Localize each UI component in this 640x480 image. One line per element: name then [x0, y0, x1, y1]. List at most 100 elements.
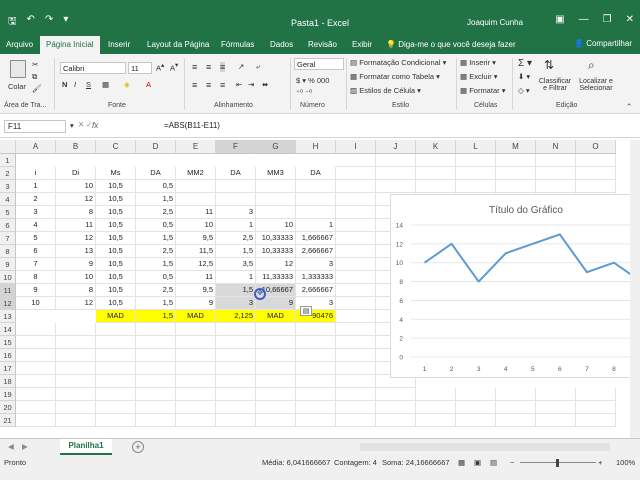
tab-formulas[interactable]: Fórmulas	[221, 40, 254, 49]
empty-cell[interactable]	[16, 401, 56, 414]
column-header-o[interactable]: O	[576, 140, 616, 154]
empty-cell[interactable]	[536, 180, 576, 193]
data-cell[interactable]: 10	[56, 180, 96, 193]
vertical-scrollbar[interactable]	[630, 140, 640, 438]
sheet-tab-planilha1[interactable]: Planilha1	[60, 439, 112, 455]
data-cell[interactable]: 10,5	[96, 232, 136, 245]
row-header-4[interactable]: 4	[0, 193, 16, 206]
empty-cell[interactable]	[496, 180, 536, 193]
data-cell[interactable]: 3	[216, 297, 256, 310]
data-cell[interactable]: 9,5	[176, 284, 216, 297]
empty-cell[interactable]	[536, 167, 576, 180]
empty-cell[interactable]	[536, 154, 576, 167]
empty-cell[interactable]	[456, 167, 496, 180]
empty-cell[interactable]	[56, 323, 96, 336]
data-cell[interactable]: 8	[56, 284, 96, 297]
empty-cell[interactable]	[176, 388, 216, 401]
data-cell[interactable]: 1,5	[136, 193, 176, 206]
row-header-2[interactable]: 2	[0, 167, 16, 180]
series-line[interactable]	[423, 233, 640, 283]
data-cell[interactable]: 1	[216, 271, 256, 284]
empty-cell[interactable]	[296, 349, 336, 362]
number-format-combo[interactable]: Geral	[294, 58, 344, 70]
ribbon-display-icon[interactable]: ▣	[555, 14, 564, 25]
empty-cell[interactable]	[496, 167, 536, 180]
next-sheet-icon[interactable]: ▶	[22, 442, 28, 451]
empty-cell[interactable]	[336, 297, 376, 310]
data-cell[interactable]: 3	[216, 206, 256, 219]
empty-cell[interactable]	[176, 349, 216, 362]
data-cell[interactable]: 12	[56, 193, 96, 206]
empty-cell[interactable]	[376, 167, 416, 180]
empty-cell[interactable]	[136, 388, 176, 401]
header-cell[interactable]: MM3	[256, 167, 296, 180]
data-cell[interactable]: 3	[16, 206, 56, 219]
column-header-j[interactable]: J	[376, 140, 416, 154]
mad-cell[interactable]: MAD	[176, 310, 216, 323]
tell-me-box[interactable]: 💡 Diga-me o que você deseja fazer	[386, 40, 516, 49]
empty-cell[interactable]	[96, 375, 136, 388]
empty-cell[interactable]	[296, 323, 336, 336]
empty-cell[interactable]	[496, 401, 536, 414]
format-cells-button[interactable]: ▦ Formatar ▾	[460, 86, 505, 95]
header-cell[interactable]: DA	[296, 167, 336, 180]
row-header-18[interactable]: 18	[0, 375, 16, 388]
paste-icon[interactable]	[10, 60, 26, 78]
data-cell[interactable]: 6	[16, 245, 56, 258]
mad-cell[interactable]: 1,5	[136, 310, 176, 323]
data-cell[interactable]: 1,5	[136, 258, 176, 271]
empty-cell[interactable]	[56, 401, 96, 414]
column-header-g[interactable]: G	[256, 140, 296, 154]
empty-cell[interactable]	[496, 414, 536, 427]
data-cell[interactable]: 12	[56, 297, 96, 310]
data-cell[interactable]: 10,5	[96, 245, 136, 258]
align-bottom-icon[interactable]: ≡	[220, 62, 226, 72]
insert-cells-button[interactable]: ▦ Inserir ▾	[460, 58, 496, 67]
align-right-icon[interactable]: ≡	[220, 80, 225, 90]
paste-button[interactable]: Colar	[8, 82, 26, 91]
prev-sheet-icon[interactable]: ◀	[8, 442, 14, 451]
zoom-out-icon[interactable]: −	[510, 458, 514, 467]
empty-cell[interactable]	[456, 388, 496, 401]
empty-cell[interactable]	[176, 401, 216, 414]
empty-cell[interactable]	[96, 388, 136, 401]
data-cell[interactable]: 1,5	[216, 245, 256, 258]
empty-cell[interactable]	[376, 180, 416, 193]
data-cell[interactable]: 0,5	[136, 271, 176, 284]
empty-cell[interactable]	[376, 388, 416, 401]
header-cell[interactable]: DA	[216, 167, 256, 180]
minimize-icon[interactable]: —	[579, 14, 589, 25]
data-cell[interactable]: 11	[176, 271, 216, 284]
quick-analysis-icon[interactable]: ▤	[300, 306, 312, 316]
underline-icon[interactable]: S	[86, 80, 91, 89]
data-cell[interactable]	[296, 206, 336, 219]
column-header-f[interactable]: F	[216, 140, 256, 154]
insert-function-icon[interactable]: fx	[92, 121, 98, 130]
page-break-icon[interactable]: ▤	[490, 458, 497, 467]
column-header-i[interactable]: I	[336, 140, 376, 154]
find-select-icon[interactable]: ⌕	[588, 58, 595, 73]
data-cell[interactable]	[176, 193, 216, 206]
align-left-icon[interactable]: ≡	[192, 80, 197, 90]
data-cell[interactable]: 4	[16, 219, 56, 232]
wrap-text-icon[interactable]: ⤶	[256, 62, 260, 72]
data-cell[interactable]: 1,5	[216, 284, 256, 297]
data-cell[interactable]: 12	[256, 258, 296, 271]
data-cell[interactable]: 5	[16, 232, 56, 245]
empty-cell[interactable]	[496, 154, 536, 167]
data-cell[interactable]: 1,5	[136, 297, 176, 310]
row-header-3[interactable]: 3	[0, 180, 16, 193]
fill-icon[interactable]: ⬇ ▾	[518, 72, 530, 81]
empty-cell[interactable]	[576, 154, 616, 167]
select-all-corner[interactable]	[0, 140, 16, 154]
data-cell[interactable]	[296, 180, 336, 193]
horizontal-scrollbar[interactable]	[360, 443, 610, 451]
empty-cell[interactable]	[336, 284, 376, 297]
data-cell[interactable]: 7	[16, 258, 56, 271]
data-cell[interactable]: 9,5	[176, 232, 216, 245]
column-header-d[interactable]: D	[136, 140, 176, 154]
data-cell[interactable]: 2,666667	[296, 245, 336, 258]
decimal-icon[interactable]: ⁺⁰ ⁻⁰	[296, 88, 312, 97]
empty-cell[interactable]	[456, 154, 496, 167]
empty-cell[interactable]	[96, 336, 136, 349]
